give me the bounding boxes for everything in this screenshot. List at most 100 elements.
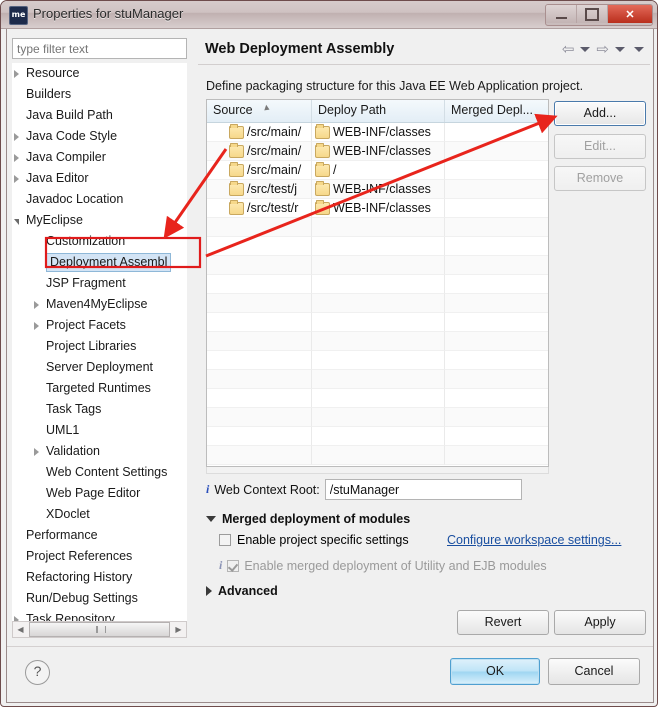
enable-project-specific-checkbox[interactable] [219, 534, 231, 546]
tree-item-uml1[interactable]: UML1 [12, 420, 187, 441]
close-button[interactable]: ✕ [608, 5, 652, 23]
web-context-root-input[interactable] [324, 479, 522, 500]
folder-icon [315, 180, 330, 196]
configure-workspace-settings-link[interactable]: Configure workspace settings... [447, 533, 621, 547]
table-row-empty[interactable] [207, 408, 548, 427]
filter-input[interactable] [12, 38, 187, 59]
table-row-empty[interactable] [207, 332, 548, 351]
table-row-empty[interactable] [207, 237, 548, 256]
tree-item-myeclipse[interactable]: MyEclipse [12, 210, 187, 231]
tree-collapsed-icon[interactable] [34, 322, 39, 330]
tree-item-refactoring-history[interactable]: Refactoring History [12, 567, 187, 588]
advanced-section-header[interactable]: Advanced [206, 584, 278, 598]
table-cell-empty [207, 294, 312, 313]
table-row[interactable]: /src/test/r WEB-INF/classes [207, 199, 548, 218]
apply-button[interactable]: Apply [554, 610, 646, 635]
tree-horizontal-scrollbar[interactable]: ◀ ▶ [12, 621, 187, 638]
table-row-empty[interactable] [207, 446, 548, 465]
tree-item-java-code-style[interactable]: Java Code Style [12, 126, 187, 147]
back-icon[interactable]: ⇦ [562, 42, 575, 57]
table-row-empty[interactable] [207, 218, 548, 237]
forward-dropdown-icon[interactable] [615, 47, 625, 52]
table-cell-merged [445, 142, 548, 161]
tree-item-server-deployment[interactable]: Server Deployment [12, 357, 187, 378]
tree-item-builders[interactable]: Builders [12, 84, 187, 105]
tree-item-maven4myeclipse[interactable]: Maven4MyEclipse [12, 294, 187, 315]
revert-button[interactable]: Revert [457, 610, 549, 635]
tree-item-validation[interactable]: Validation [12, 441, 187, 462]
tree-item-javadoc-location[interactable]: Javadoc Location [12, 189, 187, 210]
remove-button[interactable]: Remove [554, 166, 646, 191]
settings-tree[interactable]: Resource Builders Java Build Path Java Code… [12, 63, 187, 621]
tree-item-project-references[interactable]: Project References [12, 546, 187, 567]
tree-item-customization[interactable]: Customization [12, 231, 187, 252]
table-row-empty[interactable] [207, 313, 548, 332]
help-button[interactable]: ? [25, 660, 50, 685]
column-header-merged-deploy[interactable]: Merged Depl... [445, 100, 548, 122]
tree-item-resource[interactable]: Resource [12, 63, 187, 84]
expanded-triangle-icon [206, 516, 216, 522]
table-row[interactable]: /src/test/j WEB-INF/classes [207, 180, 548, 199]
merged-deployment-section-header[interactable]: Merged deployment of modules [206, 512, 410, 526]
tree-collapsed-icon[interactable] [34, 301, 39, 309]
table-cell-source: /src/main/ [207, 123, 312, 142]
table-row-empty[interactable] [207, 294, 548, 313]
column-header-deploy-path[interactable]: Deploy Path [312, 100, 445, 122]
cancel-button[interactable]: Cancel [548, 658, 640, 685]
table-row[interactable]: /src/main/ / [207, 161, 548, 180]
maximize-button[interactable] [577, 5, 608, 23]
tree-item-label: Java Editor [26, 171, 89, 185]
scroll-right-icon[interactable]: ▶ [171, 622, 186, 637]
tree-item-label: Refactoring History [26, 570, 133, 584]
table-cell-merged [445, 180, 548, 199]
tree-item-label: Task Repository [26, 612, 115, 621]
forward-icon[interactable]: ⇨ [596, 42, 609, 57]
tree-item-targeted-runtimes[interactable]: Targeted Runtimes [12, 378, 187, 399]
tree-expanded-icon[interactable] [14, 219, 19, 225]
tree-item-project-facets[interactable]: Project Facets [12, 315, 187, 336]
table-cell-empty [312, 408, 445, 427]
tree-collapsed-icon[interactable] [14, 154, 19, 162]
tree-item-project-libraries[interactable]: Project Libraries [12, 336, 187, 357]
table-row-empty[interactable] [207, 256, 548, 275]
tree-item-web-content-settings[interactable]: Web Content Settings [12, 462, 187, 483]
column-header-source[interactable]: Source ▲ [207, 100, 312, 122]
tree-item-run-debug-settings[interactable]: Run/Debug Settings [12, 588, 187, 609]
tree-collapsed-icon[interactable] [34, 448, 39, 456]
table-row-empty[interactable] [207, 275, 548, 294]
view-menu-icon[interactable] [634, 47, 644, 52]
table-horizontal-scrollbar[interactable] [206, 467, 549, 474]
tree-item-java-build-path[interactable]: Java Build Path [12, 105, 187, 126]
assembly-table[interactable]: Source ▲ Deploy Path Merged Depl... /src… [206, 99, 549, 467]
tree-item-label: Builders [26, 87, 72, 101]
table-row-empty[interactable] [207, 427, 548, 446]
tree-item-deployment-assembl[interactable]: Deployment Assembl [12, 252, 187, 273]
tree-item-jsp-fragment[interactable]: JSP Fragment [12, 273, 187, 294]
tree-item-task-repository[interactable]: Task Repository [12, 609, 187, 621]
tree-item-java-editor[interactable]: Java Editor [12, 168, 187, 189]
scroll-left-icon[interactable]: ◀ [13, 622, 28, 637]
tree-item-task-tags[interactable]: Task Tags [12, 399, 187, 420]
tree-item-java-compiler[interactable]: Java Compiler [12, 147, 187, 168]
table-row-empty[interactable] [207, 370, 548, 389]
ok-button[interactable]: OK [450, 658, 540, 685]
header-divider [198, 64, 650, 65]
back-dropdown-icon[interactable] [580, 47, 591, 52]
table-row-empty[interactable] [207, 389, 548, 408]
tree-item-label: Customization [46, 234, 126, 248]
tree-item-xdoclet[interactable]: XDoclet [12, 504, 187, 525]
edit-button[interactable]: Edit... [554, 134, 646, 159]
table-row[interactable]: /src/main/WEB-INF/classes [207, 123, 548, 142]
tree-collapsed-icon[interactable] [14, 175, 19, 183]
table-cell-empty [445, 408, 548, 427]
table-row[interactable]: /src/main/WEB-INF/classes [207, 142, 548, 161]
minimize-button[interactable] [546, 5, 577, 23]
add-button[interactable]: Add... [554, 101, 646, 126]
tree-item-performance[interactable]: Performance [12, 525, 187, 546]
tree-item-web-page-editor[interactable]: Web Page Editor [12, 483, 187, 504]
maximize-icon [585, 7, 599, 21]
tree-collapsed-icon[interactable] [14, 70, 19, 78]
table-row-empty[interactable] [207, 351, 548, 370]
scroll-thumb[interactable] [29, 622, 170, 637]
tree-collapsed-icon[interactable] [14, 133, 19, 141]
